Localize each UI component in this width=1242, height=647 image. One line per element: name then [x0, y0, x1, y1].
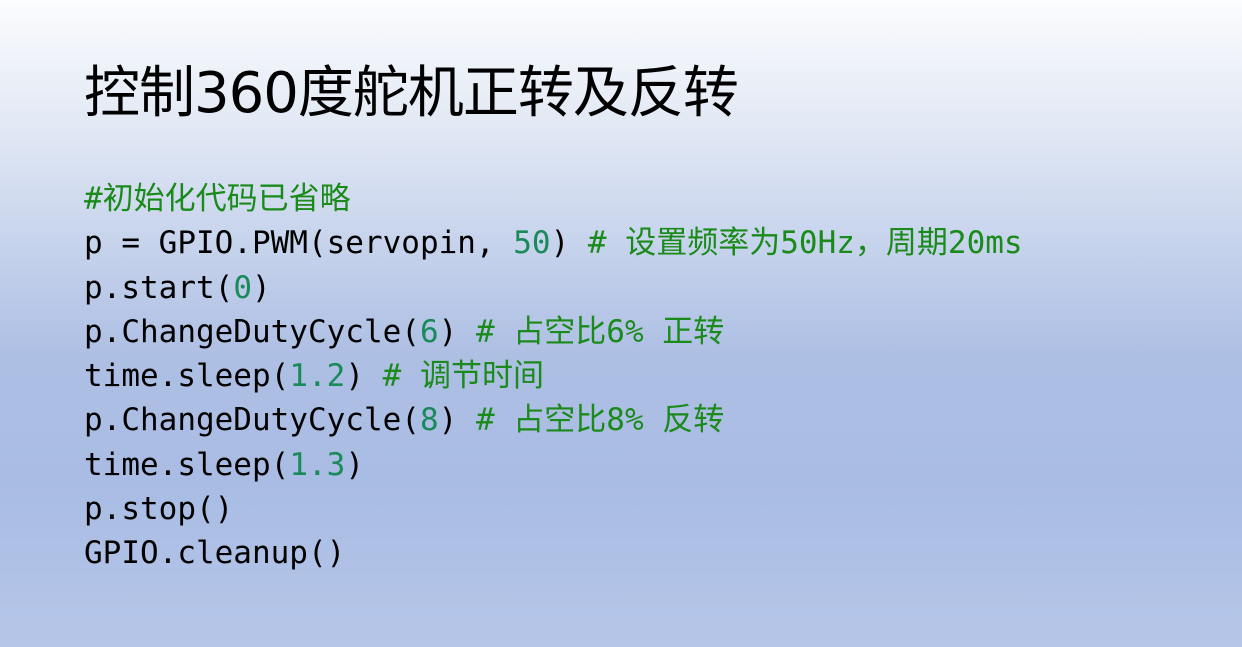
code-number: 8 [419, 402, 439, 439]
code-line: time.sleep(1.2) # 调节时间 [84, 354, 1023, 398]
code-line: time.sleep(1.3) [84, 443, 1023, 487]
code-text: p.ChangeDutyCycle( [84, 313, 420, 350]
slide-title: 控制360度舵机正转及反转 [84, 61, 739, 126]
code-comment: # 设置频率为50Hz，周期20ms [587, 225, 1023, 262]
code-number: 1.2 [289, 358, 346, 395]
code-number: 50 [513, 225, 551, 262]
code-comment: # 占空比6% 正转 [475, 313, 725, 350]
code-comment: #初始化代码已省略 [84, 181, 351, 217]
code-text: ) [438, 402, 476, 439]
code-text: ) [345, 358, 383, 395]
code-line: p = GPIO.PWM(servopin, 50) # 设置频率为50Hz，周… [84, 221, 1023, 265]
code-text: p.stop() [84, 491, 234, 528]
code-comment: # 占空比8% 反转 [475, 402, 725, 439]
code-line: GPIO.cleanup() [84, 531, 1023, 575]
code-line: p.ChangeDutyCycle(6) # 占空比6% 正转 [84, 310, 1023, 354]
code-number: 1.3 [289, 446, 346, 483]
code-line: #初始化代码已省略 [84, 177, 1023, 221]
code-text: ) [550, 225, 588, 262]
code-line: p.ChangeDutyCycle(8) # 占空比8% 反转 [84, 398, 1023, 442]
code-text: time.sleep( [84, 446, 290, 483]
code-number: 0 [233, 269, 252, 306]
code-text: time.sleep( [84, 358, 290, 395]
code-text: p.start( [84, 269, 234, 306]
code-block: #初始化代码已省略 p = GPIO.PWM(servopin, 50) # 设置… [84, 177, 1023, 576]
code-number: 6 [419, 313, 439, 350]
code-comment: # 调节时间 [382, 358, 544, 395]
code-text: p = GPIO.PWM(servopin, [84, 225, 514, 262]
slide: 控制360度舵机正转及反转 #初始化代码已省略 p = GPIO.PWM(serv… [0, 0, 1242, 647]
code-text: p.ChangeDutyCycle( [84, 402, 420, 439]
code-text: ) [438, 313, 476, 350]
code-text: ) [345, 446, 364, 483]
code-line: p.stop() [84, 487, 1023, 531]
code-text: ) [251, 269, 271, 306]
code-line: p.start(0) [84, 266, 1023, 310]
code-text: GPIO.cleanup() [84, 535, 346, 572]
